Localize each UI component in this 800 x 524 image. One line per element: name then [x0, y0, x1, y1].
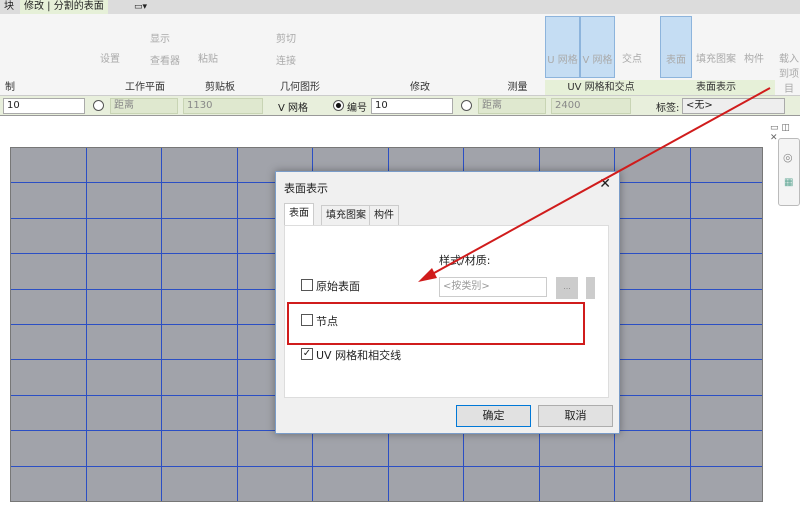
- annotation-arrow: [418, 87, 771, 282]
